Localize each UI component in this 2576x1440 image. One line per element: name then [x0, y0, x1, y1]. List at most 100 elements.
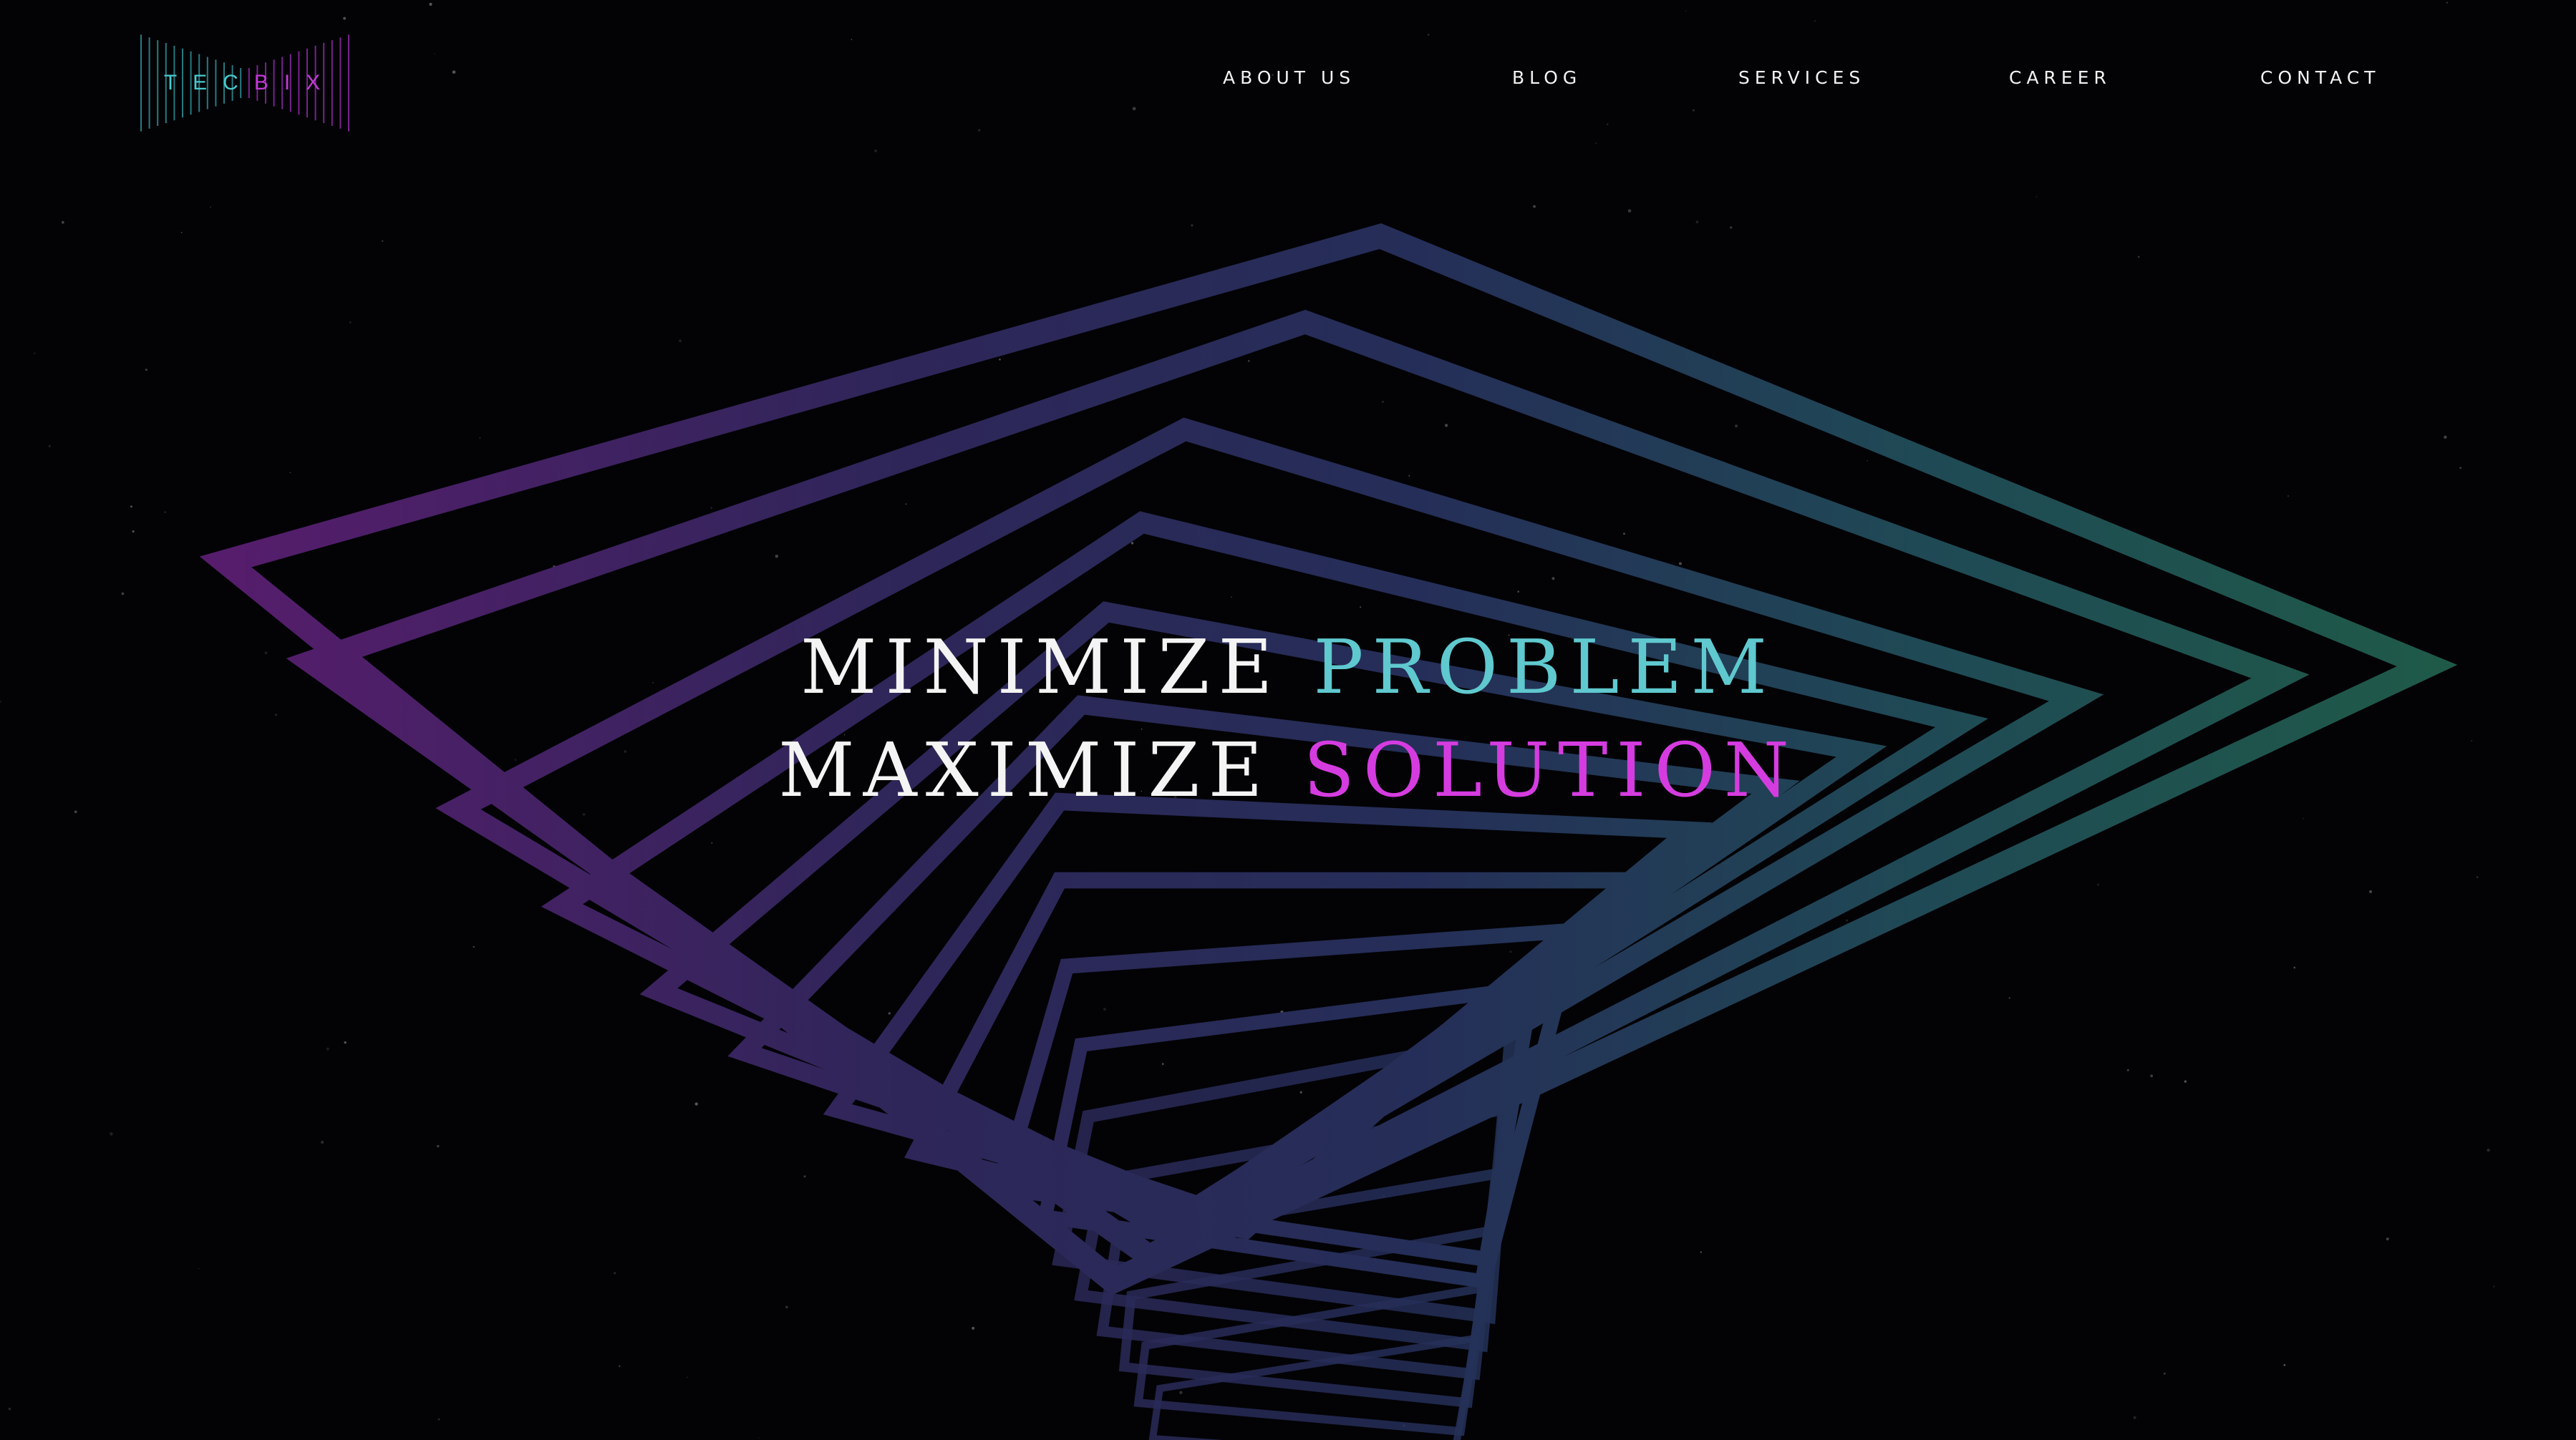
star — [1692, 109, 1695, 112]
nav-about-us[interactable]: ABOUT US — [1223, 67, 1355, 88]
star — [2150, 1074, 2154, 1078]
star — [1179, 1391, 1183, 1394]
star — [198, 1268, 200, 1270]
star — [874, 149, 877, 152]
star — [1551, 577, 1555, 580]
star — [1427, 34, 1430, 36]
star — [1130, 542, 1134, 545]
hero-headline: MINIMIZE PROBLEM MAXIMIZE SOLUTION — [0, 616, 2576, 822]
star — [1685, 10, 1687, 12]
star — [2444, 435, 2447, 439]
star — [1191, 224, 1193, 227]
star — [2293, 966, 2296, 969]
star — [2386, 1237, 2389, 1241]
star — [437, 1418, 440, 1421]
star — [1595, 142, 1597, 145]
headline-line-2: MAXIMIZE SOLUTION — [0, 719, 2576, 822]
star — [619, 1365, 621, 1368]
headline-solution: SOLUTION — [1303, 726, 1798, 814]
star — [2287, 495, 2290, 497]
star — [1509, 950, 1512, 953]
star — [164, 511, 166, 513]
star — [1445, 424, 1448, 427]
star — [180, 231, 183, 233]
star — [710, 507, 712, 509]
star — [1627, 209, 1632, 213]
star — [320, 1140, 324, 1144]
star — [2096, 883, 2100, 886]
star — [2487, 1148, 2490, 1152]
star — [2283, 1363, 2286, 1366]
star — [382, 240, 384, 242]
logo-text-tec: TEC — [163, 71, 254, 94]
star — [1517, 590, 1519, 593]
headline-minimize: MINIMIZE — [800, 623, 1282, 711]
star — [34, 352, 36, 354]
star — [2446, 1, 2449, 4]
star — [1695, 220, 1699, 223]
star — [1730, 226, 1733, 229]
star — [121, 592, 125, 595]
star — [1735, 424, 1738, 428]
star — [473, 945, 475, 948]
star — [2137, 256, 2140, 258]
star — [1231, 596, 1232, 598]
star — [972, 1326, 975, 1330]
star — [614, 1272, 616, 1275]
star — [2126, 1069, 2129, 1071]
vortex-frames — [199, 223, 2458, 1440]
star — [1360, 606, 1362, 608]
star — [289, 472, 291, 474]
star — [999, 359, 1001, 361]
star — [1299, 1091, 1302, 1094]
main-nav: ABOUT US BLOG SERVICES CAREER CONTACT — [1146, 67, 2406, 96]
star — [145, 369, 147, 371]
star — [210, 206, 211, 208]
star — [130, 505, 132, 508]
star — [343, 16, 347, 20]
star — [694, 1102, 698, 1106]
logo[interactable]: TEC BIX — [138, 31, 352, 135]
star — [479, 437, 481, 439]
star — [803, 1175, 806, 1178]
nav-career[interactable]: CAREER — [2009, 67, 2111, 88]
headline-line-1: MINIMIZE PROBLEM — [0, 616, 2576, 719]
logo-text-bix: BIX — [253, 71, 336, 94]
star — [2164, 1372, 2166, 1375]
star — [711, 842, 713, 844]
star — [349, 321, 352, 323]
star — [1533, 205, 1536, 208]
nav-services[interactable]: SERVICES — [1738, 67, 1865, 88]
star — [61, 220, 64, 224]
star — [888, 1012, 891, 1015]
star — [132, 530, 135, 532]
star — [1623, 532, 1625, 535]
star — [1247, 359, 1250, 362]
star — [1846, 919, 1848, 922]
star — [1700, 1251, 1702, 1253]
star — [686, 1376, 688, 1378]
star — [2184, 1080, 2187, 1083]
star — [2369, 890, 2373, 893]
headline-problem: PROBLEM — [1313, 623, 1776, 711]
star — [437, 1144, 440, 1148]
star — [2476, 876, 2479, 878]
star — [679, 339, 682, 343]
star — [775, 555, 779, 558]
star — [2008, 997, 2010, 999]
star — [1866, 459, 1868, 462]
star — [978, 129, 981, 132]
star — [2459, 467, 2462, 470]
star — [452, 70, 456, 74]
star — [2133, 1416, 2136, 1419]
nav-blog[interactable]: BLOG — [1512, 67, 1582, 88]
nav-contact[interactable]: CONTACT — [2260, 67, 2381, 88]
star — [1606, 123, 1609, 126]
star — [2035, 195, 2038, 198]
star — [429, 2, 432, 6]
star — [851, 39, 853, 41]
star — [2493, 1285, 2495, 1288]
star — [8, 1407, 11, 1411]
star — [1161, 1063, 1164, 1065]
star — [1814, 20, 1816, 22]
